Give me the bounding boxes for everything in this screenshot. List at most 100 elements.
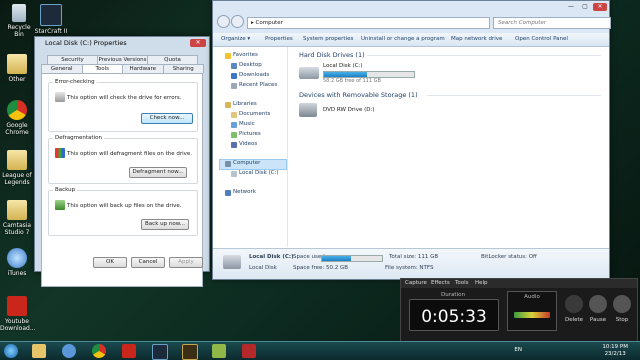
local-disk-tile[interactable]: Local Disk (C:) 58.2 GB free of 111 GB [299,61,419,85]
itunes-taskbar-icon[interactable] [62,344,76,358]
computer-icon [225,161,231,167]
properties-button[interactable]: Properties [265,36,293,42]
apply-button[interactable]: Apply [169,257,203,268]
nav-documents[interactable]: Documents [239,111,270,117]
desktop-icon-label: Other [8,76,26,83]
desktop-icon-other[interactable]: Other [0,54,34,83]
recorder-panel: Capture Effects Tools Help Duration 0:05… [400,278,638,344]
nav-desktop[interactable]: Desktop [239,62,262,68]
defragment-now-button[interactable]: Defragment now... [129,167,187,178]
search-input[interactable]: Search Computer [493,17,611,29]
delete-icon[interactable] [565,295,583,313]
clock-time: 10:19 PM [602,344,628,350]
address-bar[interactable]: ▸ Computer [247,17,490,29]
nav-videos[interactable]: Videos [239,141,257,147]
close-button[interactable]: ✕ [190,39,206,47]
menu-effects[interactable]: Effects [431,280,450,286]
nav-recent-places[interactable]: Recent Places [239,82,277,88]
dvd-drive-tile[interactable]: DVD RW Drive (D:) [299,101,419,121]
recorder-taskbar-icon[interactable] [242,344,256,358]
desktop-icon-youtube-downloader[interactable]: Youtube Download... [0,296,36,332]
dvd-drive-icon [299,103,317,117]
desktop-icon-label: Google Chrome [5,122,29,136]
group-text: This option will back up files on the dr… [67,203,182,209]
tab-sharing[interactable]: Sharing [162,64,204,73]
minimize-button[interactable]: — [565,3,577,11]
maximize-button[interactable]: ▢ [579,3,591,11]
audio-label: Audio [524,294,540,300]
chrome-taskbar-icon[interactable] [92,344,106,358]
stop-label: Stop [615,317,629,323]
documents-icon [231,112,237,118]
tab-previous-versions[interactable]: Previous Versions [97,55,148,64]
map-network-drive-button[interactable]: Map network drive [451,36,502,42]
nav-pictures[interactable]: Pictures [239,131,261,137]
recycle-bin-icon [12,4,26,22]
group-label: Backup [53,187,78,193]
downloader-taskbar-icon[interactable] [122,344,136,358]
error-checking-group: Error-checking This option will check th… [48,79,198,132]
nav-local-disk[interactable]: Local Disk (C:) [239,170,279,176]
ok-button[interactable]: OK [93,257,127,268]
group-text: This option will check the drive for err… [67,95,182,101]
menu-capture[interactable]: Capture [405,280,427,286]
close-button[interactable]: ✕ [593,3,607,11]
dialog-title: Local Disk (C:) Properties [45,39,127,47]
content-pane: Hard Disk Drives (1) Local Disk (C:) 58.… [291,47,609,247]
back-button[interactable] [217,15,230,28]
desktop-icon-camtasia[interactable]: Camtasia Studio 7 [0,200,34,236]
tab-quota[interactable]: Quota [147,55,198,64]
drive-check-icon [55,92,65,102]
open-control-panel-button[interactable]: Open Control Panel [515,36,568,42]
nav-favorites[interactable]: Favorites [233,52,258,58]
details-file-system: File system: NTFS [385,265,434,271]
tab-hardware[interactable]: Hardware [122,64,164,73]
defragmentation-group: Defragmentation This option will defragm… [48,135,198,184]
nav-downloads[interactable]: Downloads [239,72,269,78]
pause-label: Pause [589,317,607,323]
stop-icon[interactable] [613,295,631,313]
start-orb-icon[interactable] [4,344,18,358]
drive-free-text: 58.2 GB free of 111 GB [323,78,381,84]
desktop-icon-recycle-bin[interactable]: Recycle Bin [2,4,36,38]
desktop-icon-label: iTunes [7,270,27,277]
desktop-icon-chrome[interactable]: Google Chrome [0,100,34,136]
desktop-icon-league[interactable]: League of Legends [0,150,34,186]
forward-button[interactable] [231,15,244,28]
menu-tools[interactable]: Tools [455,280,469,286]
nav-network[interactable]: Network [233,189,256,195]
group-label: Error-checking [53,79,97,85]
explorer-header: — ▢ ✕ ▸ Computer Search Computer [213,1,611,33]
nav-music[interactable]: Music [239,121,255,127]
tab-security[interactable]: Security [47,55,98,64]
pause-icon[interactable] [589,295,607,313]
uninstall-program-button[interactable]: Uninstall or change a program [361,36,445,42]
starcraft-icon [40,4,62,26]
starcraft-taskbar-icon[interactable] [152,344,168,360]
cancel-button[interactable]: Cancel [131,257,165,268]
nav-libraries[interactable]: Libraries [233,101,257,107]
explorer-taskbar-icon[interactable] [32,344,46,358]
audio-level-slider[interactable] [514,312,550,318]
pictures-icon [231,132,237,138]
nav-computer[interactable]: Computer [233,160,260,166]
libraries-icon [225,102,231,108]
desktop-icon-itunes[interactable]: iTunes [0,248,34,277]
system-properties-button[interactable]: System properties [303,36,353,42]
tab-general[interactable]: General [41,64,83,73]
system-clock[interactable]: 10:19 PM 23/2/13 [602,344,628,358]
language-indicator[interactable]: EN [514,347,522,353]
desktop-icon-label: League of Legends [2,172,32,186]
camtasia-taskbar-icon[interactable] [212,344,226,358]
defragment-icon [55,148,65,158]
organize-button[interactable]: Organize ▾ [221,36,250,42]
menu-help[interactable]: Help [475,280,488,286]
league-taskbar-icon[interactable] [182,344,198,360]
desktop-icon-label: Camtasia Studio 7 [2,222,32,236]
back-up-now-button[interactable]: Back up now... [141,219,189,230]
hard-disk-section-header: Hard Disk Drives (1) [299,51,365,59]
folder-icon [7,54,27,74]
check-now-button[interactable]: Check now... [141,113,193,124]
videos-icon [231,142,237,148]
star-icon [225,53,231,59]
